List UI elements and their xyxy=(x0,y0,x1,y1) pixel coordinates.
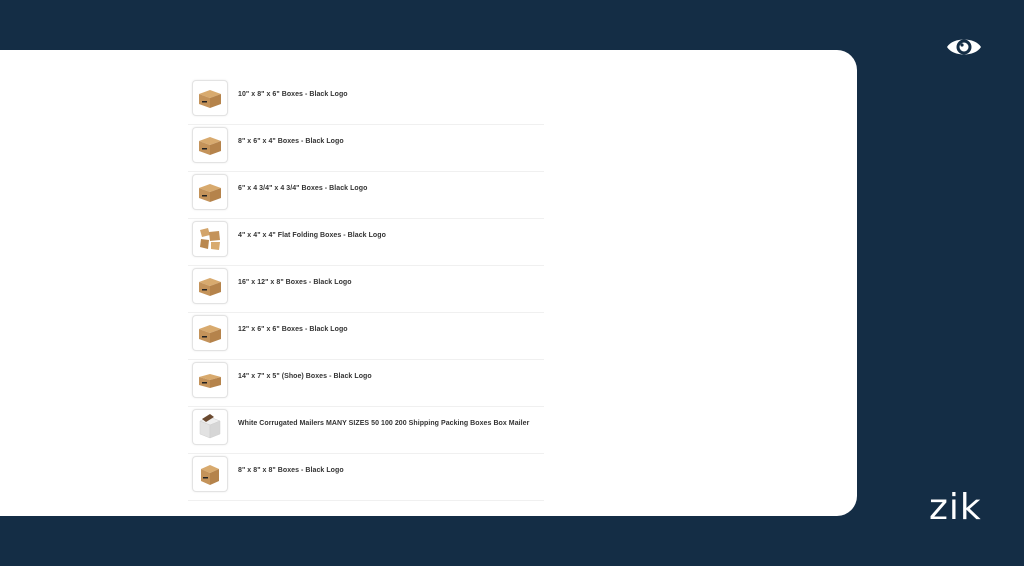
product-title[interactable]: 14" x 7" x 5" (Shoe) Boxes - Black Logo xyxy=(238,373,372,380)
list-item[interactable]: 8" x 6" x 4" Boxes - Black Logo xyxy=(188,125,544,172)
product-thumbnail[interactable] xyxy=(192,456,228,492)
product-title[interactable]: 10" x 8" x 6" Boxes - Black Logo xyxy=(238,91,348,98)
product-list-card: 10" x 8" x 6" Boxes - Black Logo 8" x 6"… xyxy=(0,50,857,516)
box-icon xyxy=(199,374,221,388)
product-thumbnail[interactable] xyxy=(192,315,228,351)
box-icon xyxy=(199,325,221,343)
list-item[interactable]: 8" x 8" x 8" Boxes - Black Logo xyxy=(188,454,544,501)
box-icon xyxy=(201,465,219,485)
product-thumbnail[interactable] xyxy=(192,362,228,398)
list-item[interactable]: 14" x 7" x 5" (Shoe) Boxes - Black Logo xyxy=(188,360,544,407)
box-icon xyxy=(199,278,221,296)
list-item[interactable]: 12" x 6" x 6" Boxes - Black Logo xyxy=(188,313,544,360)
box-icon xyxy=(199,137,221,155)
list-item[interactable]: 10" x 8" x 6" Boxes - Black Logo xyxy=(188,78,544,125)
box-icon xyxy=(199,90,221,108)
product-thumbnail[interactable] xyxy=(192,174,228,210)
product-thumbnail[interactable] xyxy=(192,80,228,116)
product-title[interactable]: 12" x 6" x 6" Boxes - Black Logo xyxy=(238,326,348,333)
list-item[interactable]: 4" x 4" x 4" Flat Folding Boxes - Black … xyxy=(188,219,544,266)
product-thumbnail[interactable] xyxy=(192,221,228,257)
list-item[interactable]: 16" x 12" x 8" Boxes - Black Logo xyxy=(188,266,544,313)
product-title[interactable]: 16" x 12" x 8" Boxes - Black Logo xyxy=(238,279,352,286)
folding-box-icon xyxy=(200,228,220,250)
list-item[interactable]: White Corrugated Mailers MANY SIZES 50 1… xyxy=(188,407,544,454)
product-list: 10" x 8" x 6" Boxes - Black Logo 8" x 6"… xyxy=(188,78,544,501)
product-thumbnail[interactable] xyxy=(192,409,228,445)
product-title[interactable]: 4" x 4" x 4" Flat Folding Boxes - Black … xyxy=(238,232,386,239)
brand-logo: zik xyxy=(929,487,982,528)
product-title[interactable]: 6" x 4 3/4" x 4 3/4" Boxes - Black Logo xyxy=(238,185,367,192)
box-icon xyxy=(199,184,221,202)
product-title[interactable]: 8" x 8" x 8" Boxes - Black Logo xyxy=(238,467,344,474)
product-title[interactable]: 8" x 6" x 4" Boxes - Black Logo xyxy=(238,138,344,145)
product-thumbnail[interactable] xyxy=(192,127,228,163)
eye-icon[interactable] xyxy=(945,34,983,60)
product-thumbnail[interactable] xyxy=(192,268,228,304)
white-mailer-icon xyxy=(199,414,221,439)
product-title[interactable]: White Corrugated Mailers MANY SIZES 50 1… xyxy=(238,420,529,427)
list-item[interactable]: 6" x 4 3/4" x 4 3/4" Boxes - Black Logo xyxy=(188,172,544,219)
